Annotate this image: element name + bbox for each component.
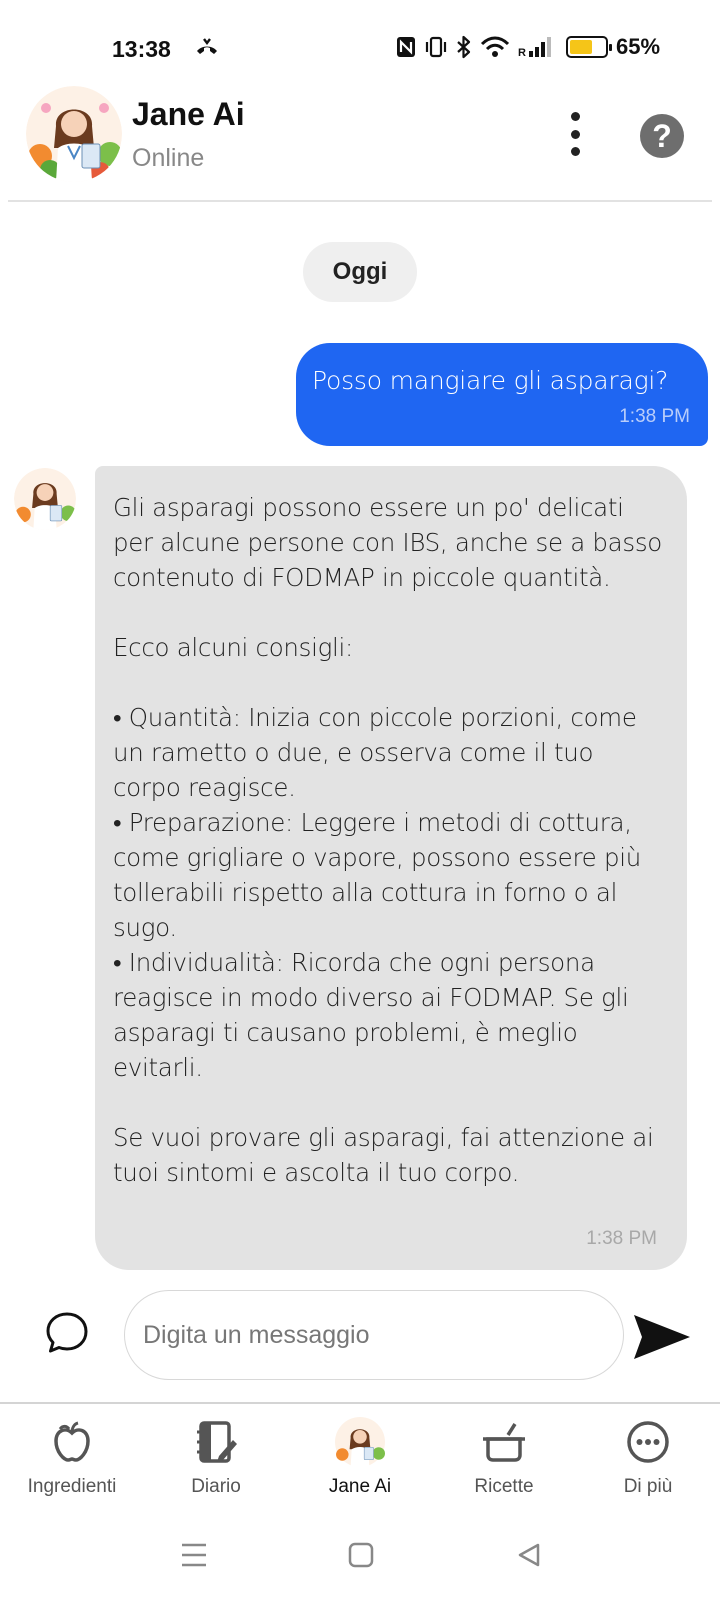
nav-label: Di più bbox=[623, 1476, 673, 1497]
signal-icon: R bbox=[518, 37, 551, 58]
system-navigation bbox=[0, 1530, 720, 1580]
contact-name: Jane Ai bbox=[132, 96, 245, 132]
message-input[interactable] bbox=[124, 1290, 624, 1380]
vibrate-icon bbox=[425, 36, 447, 58]
more-vertical-icon[interactable] bbox=[560, 112, 590, 156]
nav-item-jane-ai[interactable]: Jane Ai bbox=[288, 1404, 432, 1514]
bot-avatar bbox=[14, 468, 76, 530]
status-bar: 13:38 R 65% bbox=[0, 28, 720, 68]
chat-bubble-icon[interactable] bbox=[44, 1310, 90, 1360]
pot-icon bbox=[478, 1416, 530, 1468]
user-message-time: 1:38 PM bbox=[619, 406, 690, 427]
diary-icon bbox=[190, 1416, 242, 1468]
contact-status: Online bbox=[132, 144, 205, 172]
nav-label: Ingredienti bbox=[27, 1476, 117, 1497]
bluetooth-icon bbox=[457, 35, 471, 59]
bot-message-text: Gli asparagi possono essere un po' delic… bbox=[113, 493, 662, 1187]
call-forward-icon bbox=[194, 36, 220, 66]
send-icon[interactable] bbox=[632, 1312, 692, 1366]
help-icon[interactable]: ? bbox=[640, 114, 684, 158]
message-composer bbox=[0, 1290, 720, 1382]
more-circle-icon bbox=[622, 1416, 674, 1468]
nav-item-di-piu[interactable]: Di più bbox=[576, 1404, 720, 1514]
nav-item-ingredienti[interactable]: Ingredienti bbox=[0, 1404, 144, 1514]
chat-header: Jane Ai Online ? bbox=[0, 82, 720, 200]
battery-icon bbox=[566, 36, 612, 58]
date-separator: Oggi bbox=[303, 242, 417, 302]
nav-label: Ricette bbox=[474, 1476, 534, 1497]
nav-item-diario[interactable]: Diario bbox=[144, 1404, 288, 1514]
wifi-icon bbox=[480, 36, 510, 57]
nfc-icon bbox=[397, 37, 415, 57]
status-icons: R 65% bbox=[396, 34, 660, 60]
header-divider bbox=[8, 200, 712, 202]
user-message-text: Posso mangiare gli asparagi? bbox=[312, 366, 669, 395]
bottom-nav: Ingredienti Diario Jane Ai Ricette Di pi… bbox=[0, 1404, 720, 1514]
doctor-avatar[interactable] bbox=[26, 86, 122, 182]
nav-label: Diario bbox=[191, 1476, 241, 1497]
home-icon[interactable] bbox=[348, 1542, 374, 1572]
nav-label: Jane Ai bbox=[328, 1476, 392, 1497]
apple-icon bbox=[46, 1416, 98, 1468]
menu-icon[interactable] bbox=[180, 1542, 208, 1572]
svg-text:R: R bbox=[518, 47, 526, 58]
bot-message-bubble[interactable]: Gli asparagi possono essere un po' delic… bbox=[95, 466, 687, 1270]
nav-item-ricette[interactable]: Ricette bbox=[432, 1404, 576, 1514]
status-time: 13:38 bbox=[112, 36, 171, 62]
back-icon[interactable] bbox=[516, 1542, 542, 1572]
jane-avatar-icon bbox=[334, 1416, 386, 1468]
battery-percent: 65% bbox=[616, 34, 661, 59]
user-message-bubble[interactable]: Posso mangiare gli asparagi? 1:38 PM bbox=[296, 343, 708, 446]
bot-message-time: 1:38 PM bbox=[586, 1228, 657, 1249]
